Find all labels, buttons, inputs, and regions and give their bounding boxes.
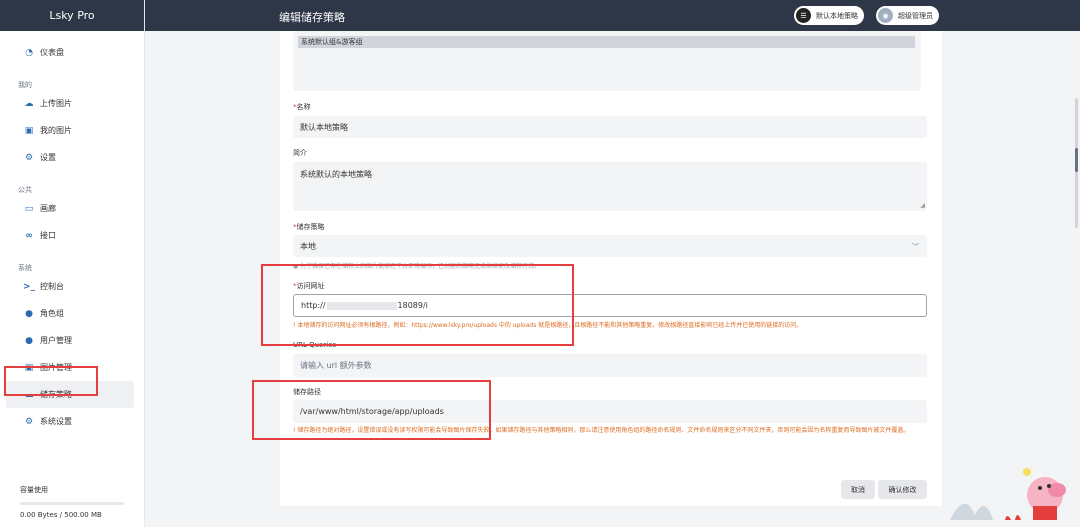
sidebar-item-label: 我的图片 (40, 126, 72, 135)
sidebar-item-dashboard[interactable]: ◔ 仪表盘 (6, 39, 134, 66)
capacity-label: 容量使用 (20, 486, 48, 494)
user-pill-label: 超级管理员 (898, 11, 933, 20)
sidebar-item-my-images[interactable]: ▣ 我的图片 (6, 117, 134, 144)
desc-text: 系统默认的本地策略 (300, 170, 372, 179)
desc-textarea[interactable]: 系统默认的本地策略 ◢ (293, 162, 927, 211)
sidebar-item-label: 角色组 (40, 309, 64, 318)
sidebar-item-roles[interactable]: ● 角色组 (6, 300, 134, 327)
link-icon: ∞ (25, 230, 33, 241)
cancel-button[interactable]: 取消 (841, 480, 875, 499)
user-group-icon: ● (25, 335, 33, 346)
users-icon: ● (25, 308, 33, 319)
nav-group-system: 系统 (18, 264, 32, 272)
resize-handle-icon[interactable]: ◢ (920, 202, 925, 209)
topbar: 编辑储存策略 ☰ 默认本地策略 ◉ 超级管理员 (145, 0, 1080, 31)
confirm-button[interactable]: 确认修改 (878, 480, 927, 499)
gears-icon: ⚙ (24, 416, 34, 427)
sidebar-item-label: 上传图片 (40, 99, 72, 108)
capacity-widget: 容量使用 0.00 Bytes / 500.00 MB (20, 485, 124, 519)
sidebar-item-label: 控制台 (40, 282, 64, 291)
sidebar-item-console[interactable]: >_ 控制台 (6, 273, 134, 300)
annotation-box-sidebar (4, 366, 98, 396)
strategy-label: *储存策略 (293, 223, 325, 231)
nav-group-public: 公共 (18, 186, 32, 194)
name-input[interactable]: 默认本地策略 (293, 116, 927, 138)
sidebar-item-settings[interactable]: ⚙ 设置 (6, 144, 134, 171)
app-logo[interactable]: Lsky Pro (0, 0, 144, 31)
capacity-bar (20, 502, 124, 505)
sidebar-item-upload[interactable]: ☁ 上传图片 (6, 90, 134, 117)
policy-pill-label: 默认本地策略 (816, 11, 858, 20)
user-gear-icon: ⚙ (24, 152, 34, 163)
page-title: 编辑储存策略 (279, 11, 345, 24)
sidebar-item-users[interactable]: ● 用户管理 (6, 327, 134, 354)
avatar: ◉ (878, 8, 893, 23)
images-icon: ▣ (24, 125, 34, 136)
desc-label: 简介 (293, 149, 307, 157)
decorative-illustration (950, 468, 1066, 520)
monitor-icon: ▭ (24, 203, 34, 214)
chevron-down-icon: ﹀ (912, 243, 919, 251)
user-pill[interactable]: ◉ 超级管理员 (876, 6, 939, 25)
sidebar-item-label: 仪表盘 (40, 48, 64, 57)
sidebar-item-label: 用户管理 (40, 336, 72, 345)
annotation-box-url (261, 264, 574, 346)
strategy-select[interactable]: 本地 ﹀ (293, 235, 927, 257)
sidebar-item-api[interactable]: ∞ 接口 (6, 222, 134, 249)
sidebar-item-label: 画廊 (40, 204, 56, 213)
annotation-box-path (252, 380, 491, 440)
sidebar-item-label: 设置 (40, 153, 56, 162)
sidebar-item-label: 系统设置 (40, 417, 72, 426)
query-input[interactable]: 请输入 url 额外参数 (293, 354, 927, 377)
cloud-upload-icon: ☁ (24, 98, 34, 109)
group-multiselect[interactable]: 系统默认组&游客组 (293, 31, 921, 91)
group-chip[interactable]: 系统默认组&游客组 (298, 36, 915, 48)
dashboard-icon: ◔ (25, 47, 33, 58)
policy-pill[interactable]: ☰ 默认本地策略 (794, 6, 864, 25)
sidebar: Lsky Pro ◔ 仪表盘 我的 ☁ 上传图片 ▣ 我的图片 ⚙ 设置 公共 ▭ 画廊 … (0, 0, 145, 527)
nav-group-mine: 我的 (18, 81, 32, 89)
name-label: *名称 (293, 103, 311, 111)
sidebar-item-gallery[interactable]: ▭ 画廊 (6, 195, 134, 222)
terminal-icon: >_ (22, 281, 36, 292)
sidebar-item-system-settings[interactable]: ⚙ 系统设置 (6, 408, 134, 435)
scrollbar-thumb-active[interactable] (1075, 148, 1078, 172)
list-icon: ☰ (796, 8, 811, 23)
sidebar-item-label: 接口 (40, 231, 56, 240)
strategy-value: 本地 (300, 241, 316, 251)
capacity-value: 0.00 Bytes / 500.00 MB (20, 511, 102, 519)
app-name: Lsky Pro (49, 9, 95, 22)
